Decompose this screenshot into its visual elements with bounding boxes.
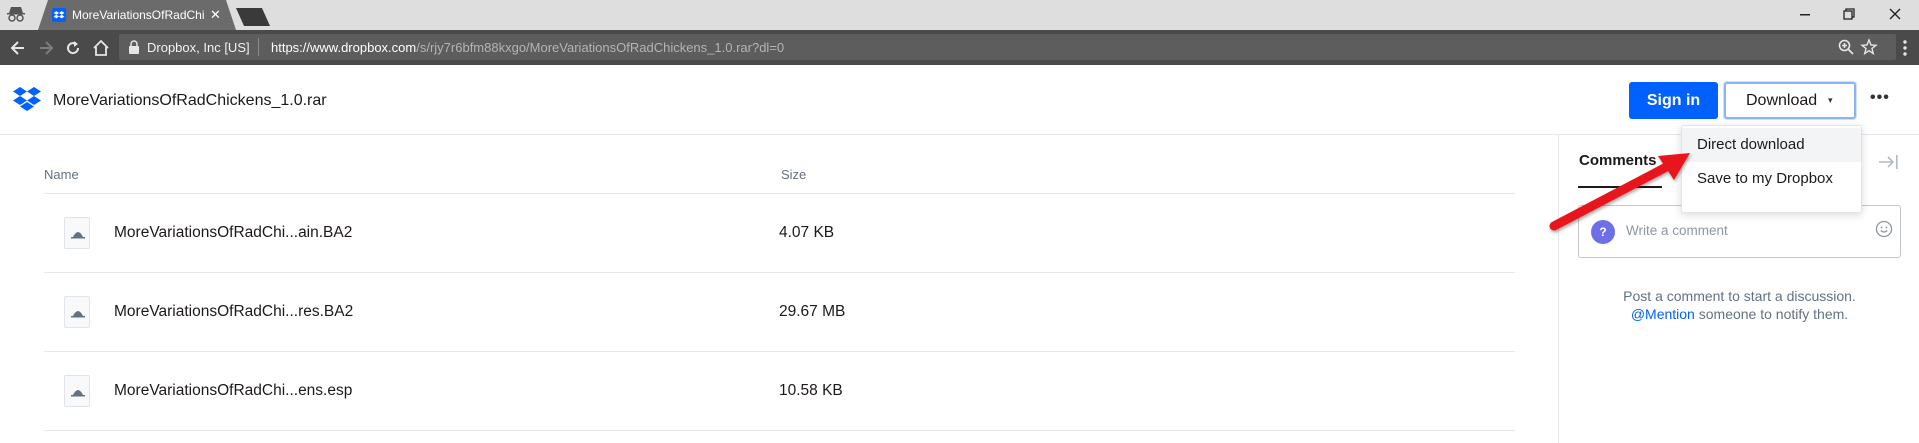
minimize-icon[interactable]	[1796, 5, 1814, 23]
column-header-name[interactable]: Name	[44, 167, 79, 182]
tab-close-icon[interactable]: ✕	[210, 7, 221, 23]
hint-line-2-text: someone to notify them.	[1694, 306, 1849, 322]
emoji-icon[interactable]	[1875, 220, 1893, 238]
browser-menu-icon[interactable]	[1898, 38, 1912, 58]
file-icon	[64, 296, 90, 328]
new-tab-button[interactable]	[236, 8, 270, 26]
file-name[interactable]: MoreVariationsOfRadChi...ens.esp	[114, 382, 352, 400]
column-header-size[interactable]: Size	[781, 167, 806, 182]
sign-in-button[interactable]: Sign in	[1629, 82, 1718, 119]
browser-toolbar: Dropbox, Inc [US] https://www.dropbox.co…	[0, 30, 1919, 65]
file-name[interactable]: MoreVariationsOfRadChi...ain.BA2	[114, 224, 352, 242]
home-icon[interactable]	[91, 38, 111, 58]
url-text[interactable]: https://www.dropbox.com/s/rjy7r6bfm88kxg…	[271, 40, 784, 55]
collapse-panel-icon[interactable]	[1877, 153, 1899, 171]
download-button-label: Download	[1746, 92, 1818, 109]
file-icon	[64, 217, 90, 249]
bookmark-star-icon[interactable]	[1860, 38, 1878, 56]
forward-arrow-icon[interactable]	[36, 38, 56, 58]
file-name[interactable]: MoreVariationsOfRadChi...res.BA2	[114, 303, 353, 321]
file-size: 29.67 MB	[779, 303, 846, 320]
download-button[interactable]: Download ▾	[1724, 82, 1856, 119]
file-size: 4.07 KB	[779, 224, 835, 241]
page-header: MoreVariationsOfRadChickens_1.0.rar Sign…	[0, 65, 1919, 135]
annotation-arrow-icon	[1549, 153, 1690, 231]
lock-icon	[129, 40, 139, 54]
zoom-icon[interactable]	[1837, 38, 1855, 56]
comments-empty-hint: Post a comment to start a discussion. @M…	[1559, 287, 1919, 323]
hint-line-2: @Mention someone to notify them.	[1559, 305, 1919, 323]
incognito-icon	[7, 7, 25, 22]
dropbox-logo-icon[interactable]	[12, 86, 42, 114]
reload-icon[interactable]	[63, 38, 83, 58]
site-identity[interactable]: Dropbox, Inc [US]	[147, 40, 250, 55]
divider	[258, 38, 259, 56]
table-header: Name Size	[44, 135, 1515, 194]
restore-icon[interactable]	[1840, 5, 1858, 23]
back-arrow-icon[interactable]	[8, 38, 28, 58]
address-bar[interactable]: Dropbox, Inc [US] https://www.dropbox.co…	[119, 34, 1896, 60]
table-row[interactable]: MoreVariationsOfRadChi...ens.esp 10.58 K…	[44, 352, 1515, 431]
browser-tab-strip: MoreVariationsOfRadChickens_1.0.rar ✕	[0, 0, 1919, 30]
dropbox-favicon-icon	[52, 8, 66, 22]
page-title: MoreVariationsOfRadChickens_1.0.rar	[53, 92, 327, 109]
more-options-icon[interactable]: •••	[1870, 90, 1890, 106]
close-window-icon[interactable]	[1886, 5, 1904, 23]
mention-link[interactable]: @Mention	[1631, 306, 1695, 322]
table-row[interactable]: MoreVariationsOfRadChi...res.BA2 29.67 M…	[44, 273, 1515, 352]
table-row[interactable]: MoreVariationsOfRadChi...ain.BA2 4.07 KB	[44, 194, 1515, 273]
file-icon	[64, 375, 90, 407]
chevron-down-icon: ▾	[1828, 95, 1833, 105]
hint-line-1: Post a comment to start a discussion.	[1623, 288, 1856, 304]
browser-tab-active[interactable]: MoreVariationsOfRadChickens_1.0.rar ✕	[38, 0, 236, 30]
file-table: Name Size MoreVariationsOfRadChi...ain.B…	[44, 135, 1515, 431]
file-size: 10.58 KB	[779, 382, 843, 399]
tab-title: MoreVariationsOfRadChickens_1.0.rar	[72, 8, 204, 22]
